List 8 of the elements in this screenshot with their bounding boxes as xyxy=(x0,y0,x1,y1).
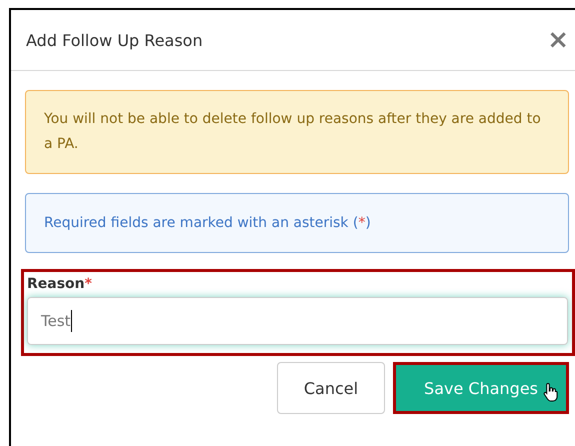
info-message: Required fields are marked with an asterisk (*) xyxy=(25,193,569,253)
field-label: Reason* xyxy=(27,275,93,293)
reason-input[interactable]: Test xyxy=(27,297,568,345)
save-button[interactable]: Save Changes xyxy=(393,362,569,414)
close-button[interactable]: × xyxy=(547,27,569,53)
cancel-button[interactable]: Cancel xyxy=(276,362,386,414)
dialog-title: Add Follow Up Reason xyxy=(26,30,203,50)
warning-message: You will not be able to delete follow up reasons after they are added to a PA. xyxy=(25,90,569,174)
